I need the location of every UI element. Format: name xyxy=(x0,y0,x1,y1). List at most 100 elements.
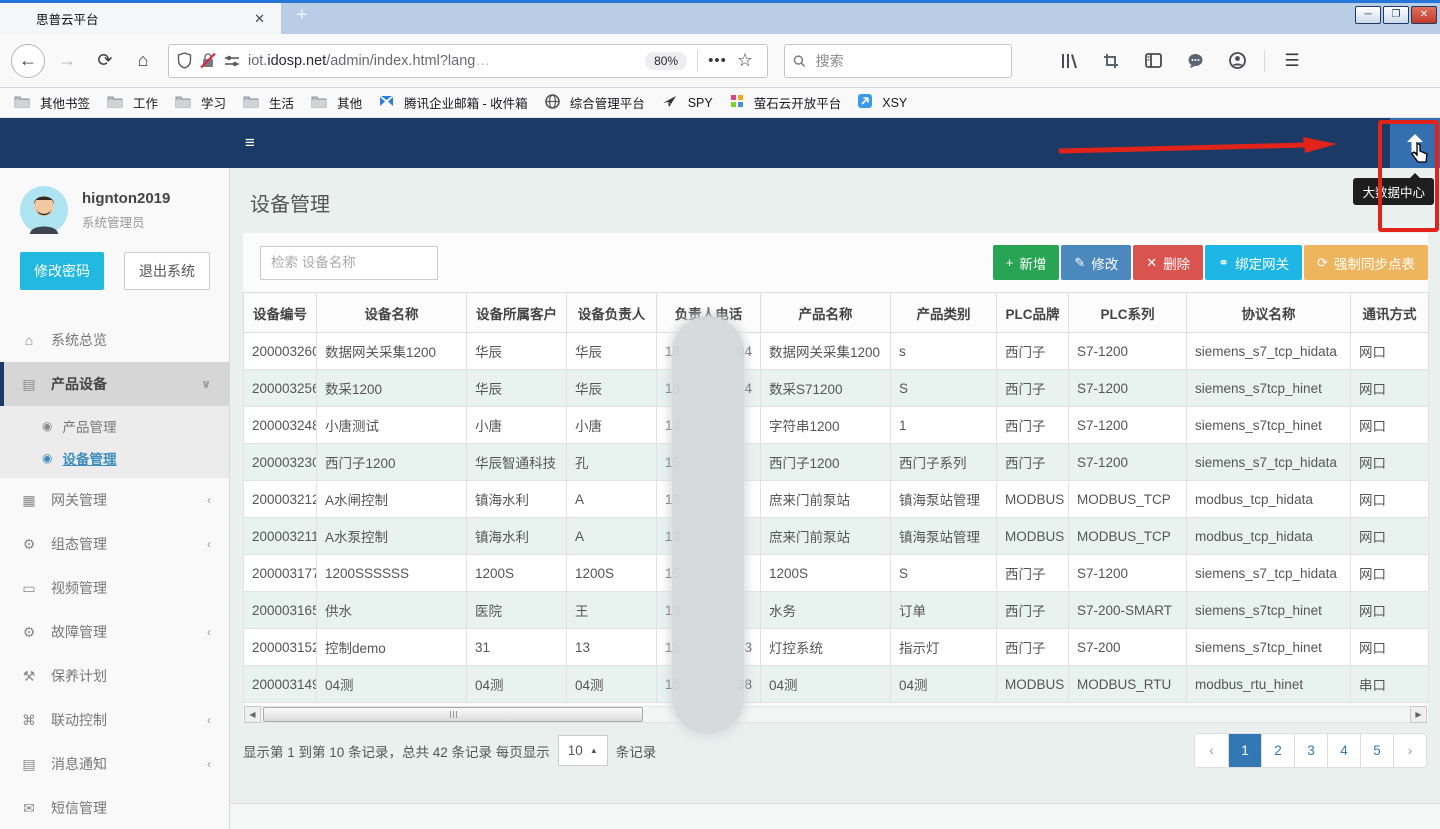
table-row[interactable]: 200003230西门子1200华辰智通科技孔15西门子1200西门子系列西门子… xyxy=(244,444,1429,481)
table-cell: s xyxy=(891,333,997,370)
bookmark-item[interactable]: SPY xyxy=(662,95,713,111)
table-row[interactable]: 20000314904测04测04测153804测04测MODBUSMODBUS… xyxy=(244,666,1429,703)
table-cell: MODBUS xyxy=(997,518,1069,555)
toolbar-button-绑定网关[interactable]: ⚭绑定网关 xyxy=(1205,245,1302,280)
insecure-lock-icon[interactable] xyxy=(200,52,216,69)
zoom-level-badge[interactable]: 80% xyxy=(645,52,687,70)
device-search-input[interactable] xyxy=(260,246,438,280)
page-button-4[interactable]: 4 xyxy=(1327,734,1360,767)
table-row[interactable]: 200003152控制demo3113153灯控系统指示灯西门子S7-200si… xyxy=(244,629,1429,666)
page-button-3[interactable]: 3 xyxy=(1294,734,1327,767)
page-actions-icon[interactable]: ••• xyxy=(708,52,727,69)
browser-search-bar[interactable] xyxy=(784,44,1012,78)
bookmark-item[interactable]: 生活 xyxy=(243,93,294,112)
submenu-item-设备管理[interactable]: ◉设备管理 xyxy=(0,442,229,474)
close-tab-icon[interactable]: ✕ xyxy=(248,9,271,29)
table-cell: 200003256 xyxy=(244,370,317,407)
url-bar[interactable]: iot.idosp.net/admin/index.html?lang… 80%… xyxy=(168,44,768,78)
table-cell: 孔 xyxy=(567,444,657,481)
account-icon[interactable] xyxy=(1221,45,1253,77)
table-row[interactable]: 2000031771200SSSSSS1200S1200S151200SS西门子… xyxy=(244,555,1429,592)
scroll-right-arrow[interactable]: ▶ xyxy=(1410,706,1427,723)
library-icon[interactable] xyxy=(1053,45,1085,77)
page-button-2[interactable]: 2 xyxy=(1261,734,1294,767)
sidebar-item-视频管理[interactable]: ▭视频管理 xyxy=(0,566,229,610)
pager: ‹12345› xyxy=(1194,733,1427,768)
sync-icon: ⟳ xyxy=(1317,255,1328,271)
reload-button[interactable]: ⟳ xyxy=(89,45,121,77)
scrollbar-track[interactable] xyxy=(261,706,1410,723)
bookmark-item[interactable]: XSY xyxy=(858,94,907,111)
submenu-item-产品管理[interactable]: ◉产品管理 xyxy=(0,410,229,442)
table-cell: 04测 xyxy=(467,666,567,703)
table-cell: 订单 xyxy=(891,592,997,629)
bookmark-item[interactable]: 学习 xyxy=(175,93,226,112)
back-button[interactable]: ← xyxy=(11,44,45,78)
sidebar-item-消息通知[interactable]: ▤消息通知‹ xyxy=(0,742,229,786)
sidebar-toggle-icon[interactable] xyxy=(1137,45,1169,77)
page-button-5[interactable]: 5 xyxy=(1360,734,1393,767)
toolbar-button-删除[interactable]: ✕删除 xyxy=(1133,245,1203,280)
bookmark-item[interactable]: 工作 xyxy=(107,93,158,112)
table-cell: 数据网关采集1200 xyxy=(761,333,891,370)
sidebar-item-保养计划[interactable]: ⚒保养计划 xyxy=(0,654,229,698)
scroll-left-arrow[interactable]: ◀ xyxy=(244,706,261,723)
page-button-‹[interactable]: ‹ xyxy=(1195,734,1228,767)
table-row[interactable]: 200003260数据网关采集1200华辰华辰1804数据网关采集1200s西门… xyxy=(244,333,1429,370)
table-cell: 西门子 xyxy=(997,555,1069,592)
toolbar-button-强制同步点表[interactable]: ⟳强制同步点表 xyxy=(1304,245,1428,280)
user-role: 系统管理员 xyxy=(82,212,170,231)
table-row[interactable]: 200003165供水医院王18水务订单西门子S7-200-SMARTsieme… xyxy=(244,592,1429,629)
home-button[interactable]: ⌂ xyxy=(127,45,159,77)
page-button-›[interactable]: › xyxy=(1393,734,1426,767)
toolbar-button-修改[interactable]: ✎修改 xyxy=(1061,245,1131,280)
logout-button[interactable]: 退出系统 xyxy=(124,252,210,290)
sidebar-collapse-icon[interactable]: ≡ xyxy=(245,133,255,153)
forward-button[interactable]: → xyxy=(51,45,83,77)
browser-tab[interactable]: 思普云平台 ✕ xyxy=(0,3,282,34)
bookmark-item[interactable]: 萤石云开放平台 xyxy=(730,93,842,112)
messages-icon[interactable] xyxy=(1179,45,1211,77)
change-password-button[interactable]: 修改密码 xyxy=(20,252,104,290)
table-row[interactable]: 200003248小唐测试小唐小唐13字符串12001西门子S7-1200sie… xyxy=(244,407,1429,444)
sidebar-item-联动控制[interactable]: ⌘联动控制‹ xyxy=(0,698,229,742)
sidebar-item-系统总览[interactable]: ⌂系统总览 xyxy=(0,318,229,362)
sidebar-item-短信管理[interactable]: ✉短信管理 xyxy=(0,786,229,829)
minimize-button[interactable]: ─ xyxy=(1355,6,1381,24)
submenu-item-label: 设备管理 xyxy=(62,448,116,468)
shield-icon[interactable] xyxy=(177,52,192,69)
bookmark-star-icon[interactable]: ☆ xyxy=(737,50,753,71)
bookmark-item[interactable]: 综合管理平台 xyxy=(545,93,645,112)
sidebar-item-产品设备[interactable]: ▤产品设备∨ xyxy=(0,362,229,406)
table-cell: S7-1200 xyxy=(1069,370,1187,407)
avatar[interactable] xyxy=(20,186,68,234)
toolbar-button-label: 绑定网关 xyxy=(1235,253,1289,273)
submenu-item-label: 产品管理 xyxy=(62,416,116,436)
scrollbar-thumb[interactable] xyxy=(263,707,643,722)
sidebar-item-组态管理[interactable]: ⚙组态管理‹ xyxy=(0,522,229,566)
table-cell: 网口 xyxy=(1351,333,1429,370)
toolbar-button-新增[interactable]: +新增 xyxy=(993,245,1060,280)
menu-icon[interactable]: ☰ xyxy=(1276,45,1308,77)
table-cell: 庶来门前泵站 xyxy=(761,518,891,555)
table-row[interactable]: 200003256数采1200华辰华辰184数采S71200S西门子S7-120… xyxy=(244,370,1429,407)
sidebar-item-网关管理[interactable]: ▦网关管理‹ xyxy=(0,478,229,522)
bookmark-item[interactable]: 腾讯企业邮箱 - 收件箱 xyxy=(379,93,528,112)
annotation-red-rectangle xyxy=(1378,120,1439,232)
tab-title: 思普云平台 xyxy=(10,9,248,28)
table-row[interactable]: 200003212A水闸控制镇海水利A13庶来门前泵站镇海泵站管理MODBUSM… xyxy=(244,481,1429,518)
table-row[interactable]: 200003211A水泵控制镇海水利A13庶来门前泵站镇海泵站管理MODBUSM… xyxy=(244,518,1429,555)
new-tab-button[interactable]: + xyxy=(282,3,322,34)
sidebar-item-故障管理[interactable]: ⚙故障管理‹ xyxy=(0,610,229,654)
table-cell: 华辰 xyxy=(467,370,567,407)
bookmark-item[interactable]: 其他 xyxy=(311,93,362,112)
close-window-button[interactable]: ✕ xyxy=(1411,6,1437,24)
screenshot-icon[interactable] xyxy=(1095,45,1127,77)
page-button-1[interactable]: 1 xyxy=(1228,734,1261,767)
bookmark-item[interactable]: 其他书签 xyxy=(14,93,90,112)
restore-button[interactable]: ❐ xyxy=(1383,6,1409,24)
permissions-icon[interactable] xyxy=(224,54,240,68)
browser-search-input[interactable] xyxy=(814,52,1003,70)
table-cell: 网口 xyxy=(1351,518,1429,555)
page-size-select[interactable]: 10 ▲ xyxy=(558,735,608,766)
